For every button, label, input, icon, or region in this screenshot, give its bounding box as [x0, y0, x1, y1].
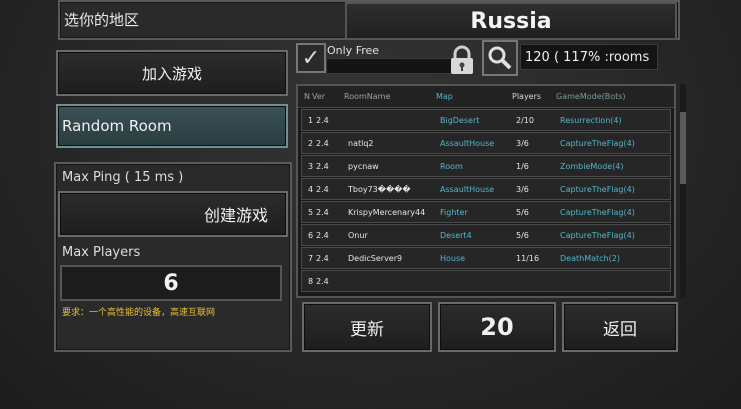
cell-map: Desert4: [440, 230, 472, 240]
room-count: 120 ( 117% :rooms: [520, 44, 658, 70]
cell-map: House: [440, 253, 466, 263]
cell-ver: 2.4: [316, 138, 329, 148]
search-icon: [488, 46, 512, 70]
max-players-value: 6: [163, 270, 179, 296]
col-players: Players: [512, 92, 542, 101]
cell-map: AssaultHouse: [440, 138, 495, 148]
cell-map: Fighter: [440, 207, 468, 217]
refresh-button[interactable]: 更新: [302, 302, 432, 352]
cell-players: 3/6: [516, 138, 529, 148]
table-row[interactable]: 5 2.4 KrispyMercenary44 Fighter 5/6 Capt…: [301, 201, 671, 223]
cell-players: 2/10: [516, 115, 534, 125]
only-free-checkbox[interactable]: ✓: [296, 43, 326, 73]
lock-button[interactable]: [444, 42, 480, 78]
cell-map: AssaultHouse: [440, 184, 495, 194]
search-button[interactable]: [482, 40, 518, 76]
cell-ver: 2.4: [316, 184, 329, 194]
random-room-button[interactable]: Random Room: [56, 104, 288, 148]
create-game-button[interactable]: 创建游戏: [58, 191, 288, 237]
cell-ver: 2.4: [316, 207, 329, 217]
requirement-note: 要求：一个高性能的设备，高速互联网: [62, 308, 216, 318]
cell-roomname: KrispyMercenary44: [348, 207, 426, 217]
table-row[interactable]: 6 2.4 Onur Desert4 5/6 CaptureTheFlag(4): [301, 224, 671, 246]
cell-players: 3/6: [516, 184, 529, 194]
cell-ver: 2.4: [316, 253, 329, 263]
cell-ver: 2.4: [316, 161, 329, 171]
table-row[interactable]: 2 2.4 natlq2 AssaultHouse 3/6 CaptureThe…: [301, 132, 671, 154]
only-free-label: Only Free: [327, 44, 380, 57]
cell-n: 1: [308, 115, 314, 125]
cell-ver: 2.4: [316, 115, 329, 125]
scrollbar-thumb[interactable]: [680, 112, 686, 184]
table-scrollbar[interactable]: [680, 84, 686, 298]
cell-ver: 2.4: [316, 276, 329, 286]
cell-n: 4: [308, 184, 314, 194]
cell-n: 8: [308, 276, 314, 286]
cell-roomname: Onur: [348, 230, 368, 240]
region-selector[interactable]: Russia: [345, 2, 677, 40]
lock-icon: [451, 45, 473, 74]
room-table: N Ver RoomName Map Players GameMode(Bots…: [296, 84, 676, 298]
back-button[interactable]: 返回: [562, 302, 678, 352]
table-row[interactable]: 1 2.4 BigDesert 2/10 Resurrection(4): [301, 109, 671, 131]
cell-map: Room: [440, 161, 463, 171]
table-row[interactable]: 7 2.4 DedicServer9 House 11/16 DeathMatc…: [301, 247, 671, 269]
cell-players: 5/6: [516, 230, 529, 240]
cell-ver: 2.4: [316, 230, 329, 240]
col-ver: Ver: [312, 92, 326, 101]
cell-roomname: natlq2: [348, 138, 374, 148]
cell-roomname: Tboy73����: [348, 184, 411, 194]
table-row[interactable]: 3 2.4 pycnaw Room 1/6 ZombieMode(4): [301, 155, 671, 177]
cell-gamemode: DeathMatch(2): [560, 253, 620, 263]
max-ping-label: Max Ping ( 15 ms ): [62, 170, 184, 185]
cell-n: 6: [308, 230, 314, 240]
join-game-button[interactable]: 加入游戏: [56, 50, 288, 96]
region-label: 选你的地区: [64, 11, 140, 29]
cell-gamemode: ZombieMode(4): [560, 161, 624, 171]
col-n: N: [304, 92, 310, 101]
cell-roomname: DedicServer9: [348, 253, 403, 263]
table-row[interactable]: 8 2.4: [301, 270, 671, 292]
page-size-button[interactable]: 20: [438, 302, 556, 352]
max-players-field[interactable]: 6: [60, 265, 282, 301]
cell-gamemode: CaptureTheFlag(4): [560, 207, 635, 217]
max-players-label: Max Players: [62, 245, 141, 260]
cell-players: 1/6: [516, 161, 529, 171]
cell-gamemode: CaptureTheFlag(4): [560, 138, 635, 148]
col-roomname: RoomName: [344, 92, 391, 101]
col-gamemode: GameMode(Bots): [556, 92, 626, 101]
cell-roomname: pycnaw: [348, 161, 379, 171]
col-map: Map: [436, 92, 453, 101]
table-row[interactable]: 4 2.4 Tboy73���� AssaultHouse 3/6 Captur…: [301, 178, 671, 200]
cell-gamemode: Resurrection(4): [560, 115, 622, 125]
cell-players: 11/16: [516, 253, 540, 263]
cell-n: 5: [308, 207, 314, 217]
cell-n: 3: [308, 161, 314, 171]
cell-players: 5/6: [516, 207, 529, 217]
cell-gamemode: CaptureTheFlag(4): [560, 184, 635, 194]
cell-gamemode: CaptureTheFlag(4): [560, 230, 635, 240]
cell-map: BigDesert: [440, 115, 480, 125]
table-header: N Ver RoomName Map Players GameMode(Bots…: [298, 86, 674, 108]
cell-n: 2: [308, 138, 314, 148]
cell-n: 7: [308, 253, 314, 263]
